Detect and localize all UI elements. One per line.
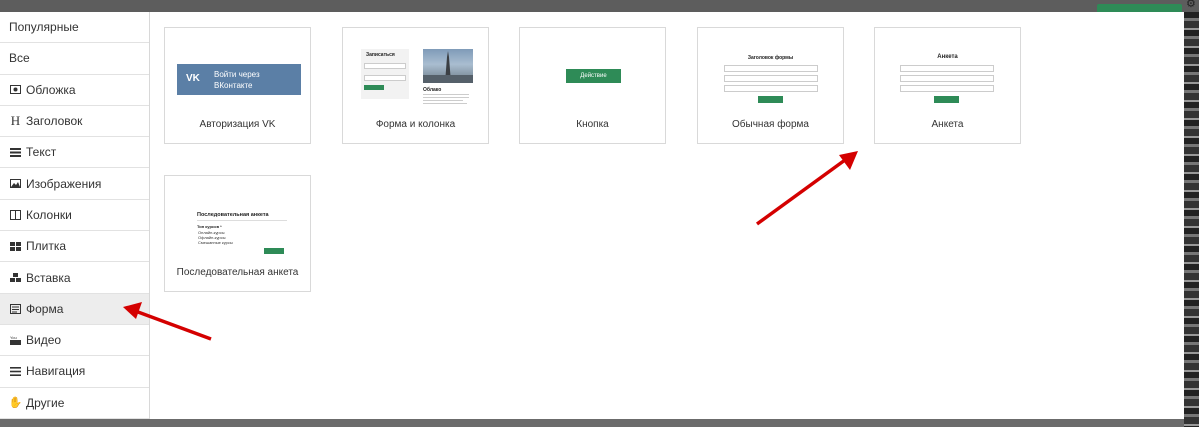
annotation-arrows [123,151,858,341]
arrow-to-form-category [123,302,212,341]
arrow-to-questionnaire-card [755,151,858,226]
